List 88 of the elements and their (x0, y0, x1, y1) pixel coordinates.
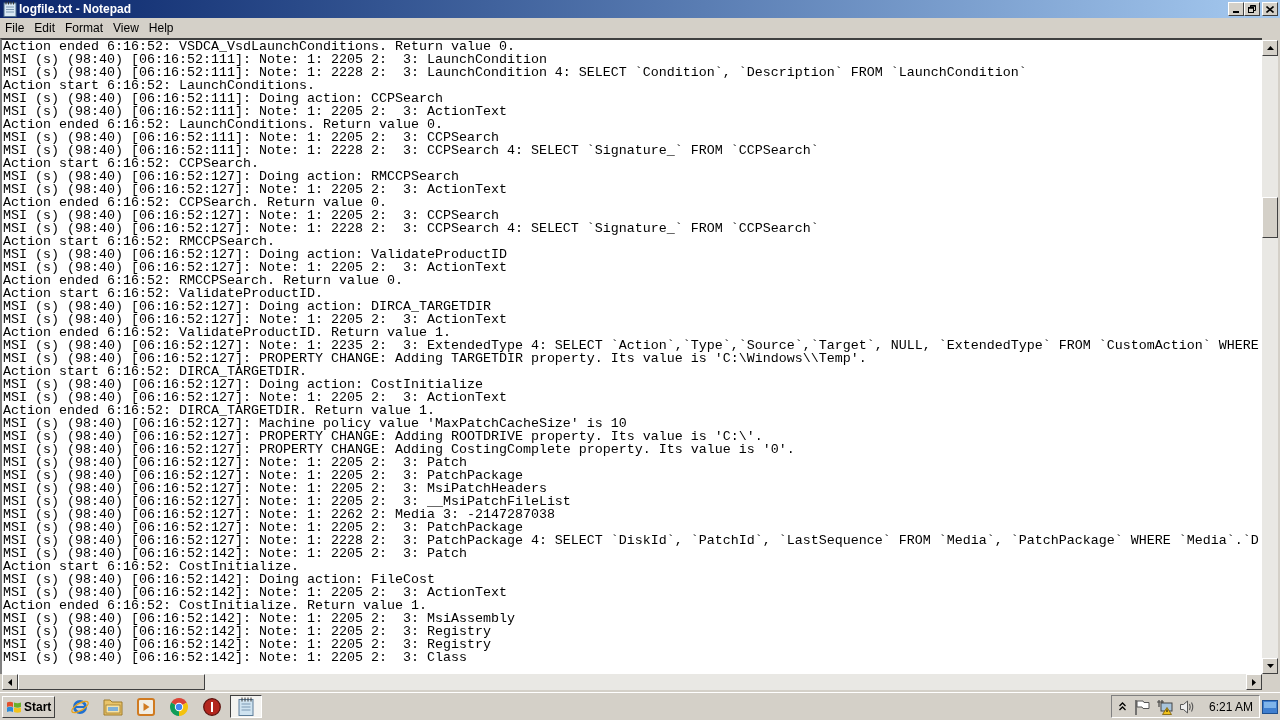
log-line: MSI (s) (98:40) [06:16:52:127]: Note: 1: 2235 2: 3: ExtendedType 4: SELECT `Action`,`Type`,`Source`,`Target`, NULL, `ExtendedType` FROM `CustomAction` WHERE (3, 339, 1259, 352)
close-button[interactable] (1262, 2, 1278, 16)
log-line: Action ended 6:16:52: DIRCA_TARGETDIR. Return value 1. (3, 404, 435, 417)
restore-button[interactable] (1244, 2, 1260, 16)
log-line: MSI (s) (98:40) [06:16:52:127]: Note: 1: 2228 2: 3: CCPSearch 4: SELECT `Signature_` FROM `CCPSearch` (3, 222, 819, 235)
log-line: MSI (s) (98:40) [06:16:52:127]: Note: 1: 2205 2: 3: ActionText (3, 391, 507, 404)
scroll-up-button[interactable] (1262, 40, 1278, 56)
log-line: MSI (s) (98:40) [06:16:52:127]: Note: 1: 2205 2: 3: ActionText (3, 313, 507, 326)
log-line: Action start 6:16:52: DIRCA_TARGETDIR. (3, 365, 307, 378)
window-title: logfile.txt - Notepad (19, 1, 131, 17)
log-line: MSI (s) (98:40) [06:16:52:142]: Doing action: FileCost (3, 573, 435, 586)
restore-icon (1248, 5, 1256, 13)
log-line: MSI (s) (98:40) [06:16:52:127]: Doing action: ValidateProductID (3, 248, 507, 261)
log-line: Action ended 6:16:52: LaunchConditions. Return value 0. (3, 118, 443, 131)
log-line: Action start 6:16:52: ValidateProductID. (3, 287, 323, 300)
log-line: MSI (s) (98:40) [06:16:52:127]: Note: 1: 2262 2: Media 3: -2147287038 (3, 508, 555, 521)
log-line: MSI (s) (98:40) [06:16:52:127]: PROPERTY CHANGE: Adding ROOTDRIVE property. Its value is 'C:\'. (3, 430, 763, 443)
notepad-icon (3, 1, 17, 17)
log-line: MSI (s) (98:40) [06:16:52:127]: Note: 1: 2205 2: 3: __MsiPatchFileList (3, 495, 571, 508)
menu-item[interactable]: View (108, 19, 144, 37)
log-line: MSI (s) (98:40) [06:16:52:127]: Note: 1: 2205 2: 3: PatchPackage (3, 469, 523, 482)
close-icon (1266, 5, 1274, 13)
log-line: MSI (s) (98:40) [06:16:52:111]: Note: 1: 2205 2: 3: ActionText (3, 105, 507, 118)
log-line: MSI (s) (98:40) [06:16:52:127]: Note: 1: 2205 2: 3: ActionText (3, 261, 507, 274)
speaker-icon[interactable] (1178, 698, 1195, 715)
log-line: Action start 6:16:52: CCPSearch. (3, 157, 259, 170)
log-line: MSI (s) (98:40) [06:16:52:127]: Note: 1: 2205 2: 3: CCPSearch (3, 209, 499, 222)
log-line: MSI (s) (98:40) [06:16:52:127]: Doing action: RMCCPSearch (3, 170, 459, 183)
log-line: MSI (s) (98:40) [06:16:52:111]: Doing action: CCPSearch (3, 92, 443, 105)
stop-circle-icon (203, 697, 221, 716)
log-line: MSI (s) (98:40) [06:16:52:127]: Doing action: CostInitialize (3, 378, 483, 391)
caret-up-icon (1266, 46, 1274, 50)
minimize-icon (1233, 11, 1239, 13)
log-line: Action ended 6:16:52: VSDCA_VsdLaunchConditions. Return value 0. (3, 40, 515, 53)
log-line: Action ended 6:16:52: ValidateProductID. Return value 1. (3, 326, 451, 339)
vertical-scrollbar[interactable] (1262, 40, 1278, 674)
log-line: MSI (s) (98:40) [06:16:52:111]: Note: 1: 2228 2: 3: CCPSearch 4: SELECT `Signature_` FROM `CCPSearch` (3, 144, 819, 157)
flag-icon[interactable] (1133, 698, 1150, 715)
taskbar-button[interactable] (230, 695, 262, 718)
log-line: MSI (s) (98:40) [06:16:52:142]: Note: 1: 2205 2: 3: Registry (3, 638, 491, 651)
menu-item[interactable]: Help (143, 19, 179, 37)
scroll-left-button[interactable] (2, 674, 18, 690)
log-line: MSI (s) (98:40) [06:16:52:142]: Note: 1: 2205 2: 3: Class (3, 651, 467, 664)
menu-item[interactable]: Edit (29, 19, 61, 37)
show-desktop-icon (1262, 699, 1278, 714)
browser-icon (170, 697, 188, 716)
log-line: MSI (s) (98:40) [06:16:52:142]: Note: 1: 2205 2: 3: ActionText (3, 586, 507, 599)
scroll-right-button[interactable] (1246, 674, 1262, 690)
menu-item[interactable]: File (0, 19, 30, 37)
log-line: MSI (s) (98:40) [06:16:52:127]: Note: 1: 2228 2: 3: PatchPackage 4: SELECT `DiskId`, `PatchId`, `LastSequence` FROM `Media`, `PatchPackage` WHERE `Media`.`D (3, 534, 1259, 547)
network-warning-icon[interactable] (1155, 698, 1173, 715)
log-line: MSI (s) (98:40) [06:16:52:142]: Note: 1: 2205 2: 3: MsiAssembly (3, 612, 515, 625)
log-line: MSI (s) (98:40) [06:16:52:127]: Note: 1: 2205 2: 3: ActionText (3, 183, 507, 196)
folder-icon (103, 697, 123, 716)
log-line: MSI (s) (98:40) [06:16:52:111]: Note: 1: 2205 2: 3: LaunchCondition (3, 53, 547, 66)
start-logo-icon (6, 699, 22, 714)
minimize-button[interactable] (1228, 2, 1244, 16)
caret-right-icon (1252, 678, 1256, 686)
menu-item[interactable]: Format (60, 19, 109, 37)
log-line: Action ended 6:16:52: RMCCPSearch. Return value 0. (3, 274, 403, 287)
horizontal-scrollbar[interactable] (2, 674, 1262, 690)
log-line: MSI (s) (98:40) [06:16:52:127]: Note: 1: 2205 2: 3: PatchPackage (3, 521, 523, 534)
clock[interactable]: 6:21 AM (1208, 699, 1253, 714)
log-line: Action start 6:16:52: CostInitialize. (3, 560, 299, 573)
log-line: MSI (s) (98:40) [06:16:52:127]: PROPERTY CHANGE: Adding TARGETDIR property. Its value is 'C:\Windows\\Temp'. (3, 352, 867, 365)
log-line: Action ended 6:16:52: CostInitialize. Return value 1. (3, 599, 427, 612)
caret-down-icon (1266, 664, 1274, 668)
log-line: MSI (s) (98:40) [06:16:52:127]: Note: 1: 2205 2: 3: MsiPatchHeaders (3, 482, 547, 495)
text-area[interactable] (0, 38, 1262, 674)
log-line: MSI (s) (98:40) [06:16:52:127]: Doing action: DIRCA_TARGETDIR (3, 300, 491, 313)
log-line: MSI (s) (98:40) [06:16:52:111]: Note: 1: 2228 2: 3: LaunchCondition 4: SELECT `Condition`, `Description` FROM `LaunchCondition` (3, 66, 1027, 79)
caret-left-icon (8, 678, 12, 686)
log-line: MSI (s) (98:40) [06:16:52:142]: Note: 1: 2205 2: 3: Registry (3, 625, 491, 638)
scroll-down-button[interactable] (1262, 658, 1278, 674)
scrollbar-thumb[interactable] (1262, 197, 1278, 238)
log-line: MSI (s) (98:40) [06:16:52:111]: Note: 1: 2205 2: 3: CCPSearch (3, 131, 499, 144)
log-line: Action start 6:16:52: LaunchConditions. (3, 79, 315, 92)
scrollbar-thumb[interactable] (18, 674, 205, 690)
log-line: MSI (s) (98:40) [06:16:52:127]: Machine policy value 'MaxPatchCacheSize' is 10 (3, 417, 627, 430)
play-icon (137, 697, 155, 716)
start-button[interactable]: Start (2, 695, 55, 718)
log-line: Action start 6:16:52: RMCCPSearch. (3, 235, 275, 248)
notepad-icon (238, 697, 254, 716)
log-line: MSI (s) (98:40) [06:16:52:127]: Note: 1: 2205 2: 3: Patch (3, 456, 467, 469)
log-line: MSI (s) (98:40) [06:16:52:142]: Note: 1: 2205 2: 3: Patch (3, 547, 467, 560)
log-line: MSI (s) (98:40) [06:16:52:127]: PROPERTY CHANGE: Adding CostingComplete property. Its value is '0'. (3, 443, 795, 456)
chevron-up-icon (1119, 702, 1127, 711)
log-line: Action ended 6:16:52: CCPSearch. Return value 0. (3, 196, 387, 209)
